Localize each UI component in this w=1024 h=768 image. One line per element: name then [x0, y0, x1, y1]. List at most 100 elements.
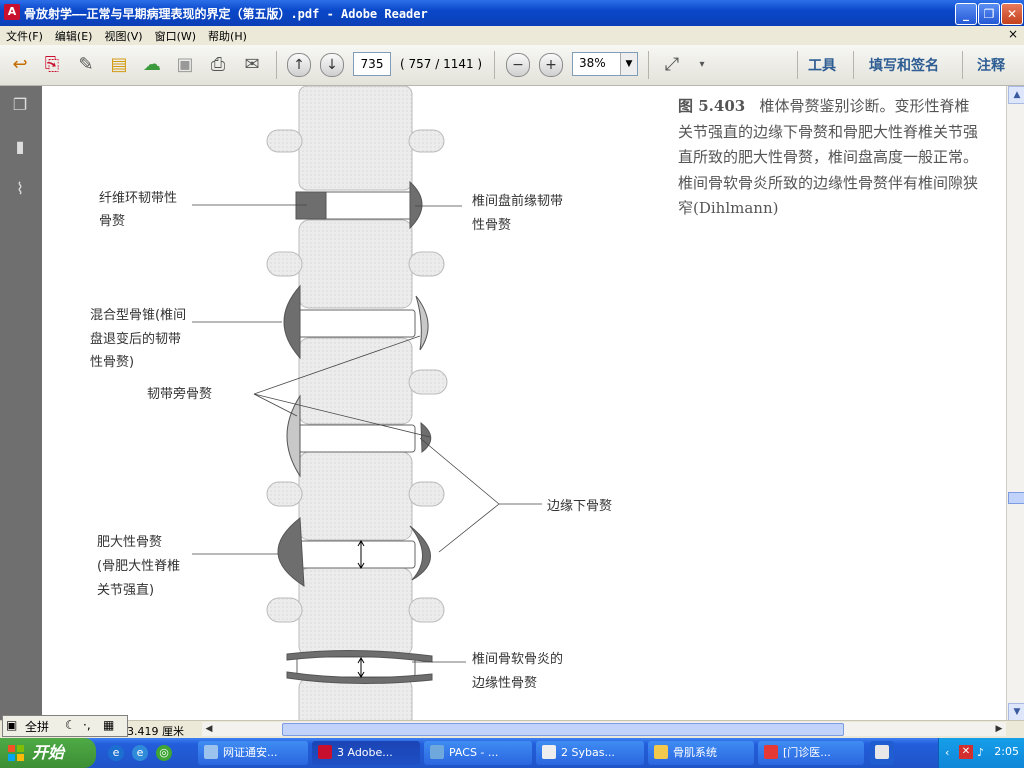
label-fibrous-1: 纤维环韧带性 [99, 191, 177, 206]
toolbar-divider [276, 51, 277, 79]
attachment-icon[interactable]: ⌇ [9, 178, 31, 200]
zoom-out-button[interactable]: − [506, 53, 530, 77]
print-icon[interactable]: ⎙ [206, 53, 230, 77]
ime-mode[interactable]: 全拼 [25, 718, 49, 735]
previous-page-button[interactable]: ↑ [287, 53, 311, 77]
transverse-process [266, 251, 303, 277]
transverse-process [408, 481, 445, 507]
network-error-icon[interactable]: ✕ [959, 745, 973, 759]
task-network-cert[interactable]: 网证通安... [198, 741, 308, 765]
zoom-select[interactable]: 38% ▼ [572, 52, 638, 76]
scroll-up-icon[interactable]: ▲ [1008, 86, 1024, 104]
vertebra [298, 451, 413, 541]
transverse-process [266, 129, 303, 153]
moon-icon[interactable]: ☾ [65, 718, 76, 732]
ime-logo-icon[interactable]: ▣ [6, 718, 17, 732]
document-close-icon[interactable]: × [1008, 27, 1018, 41]
task-label: 2 Sybas... [561, 746, 615, 759]
document-page: 纤维环韧带性 骨赘 椎间盘前缘韧带 性骨赘 混合型骨锥(椎间 盘退变后的韧带 性… [42, 86, 1006, 720]
ime-taskbar-icon[interactable] [870, 741, 894, 765]
menu-file[interactable]: 文件(F) [0, 26, 49, 44]
tools-link[interactable]: 工具 [808, 55, 836, 75]
page-number-input[interactable]: 735 [353, 52, 391, 76]
bookmark-icon[interactable]: ▮ [9, 136, 31, 158]
email-icon[interactable]: ✉ [240, 53, 264, 77]
hypertrophic-osteophyte [277, 517, 305, 587]
label-mixed-1: 混合型骨锥(椎间 [90, 308, 186, 323]
scroll-right-icon[interactable]: ▶ [992, 722, 1006, 736]
toolbar-options-icon[interactable]: ▾ [690, 53, 714, 77]
app-icon[interactable]: ◎ [156, 745, 172, 761]
edit-icon[interactable]: ✎ [74, 53, 98, 77]
next-page-button[interactable]: ↓ [320, 53, 344, 77]
restore-button[interactable]: ❐ [978, 3, 1000, 25]
figure-caption: 图 5.403 椎体骨赘鉴别诊断。变形性脊椎关节强直的边缘下骨赘和骨肥大性脊椎关… [678, 94, 978, 222]
paraligament-osteophyte [415, 295, 429, 351]
label-submarginal: 边缘下骨赘 [547, 498, 612, 514]
menu-window[interactable]: 窗口(W) [149, 26, 202, 44]
start-label: 开始 [32, 743, 65, 762]
label-osteochondrosis-1: 椎间骨软骨炎的 [472, 651, 563, 667]
navigation-panel: ❐ ▮ ⌇ [0, 86, 42, 720]
transverse-process [408, 129, 445, 153]
task-sybase[interactable]: 2 Sybas... [536, 741, 644, 765]
horizontal-scrollbar[interactable]: ◀ ▶ [202, 722, 1006, 736]
minimize-button[interactable]: _ [955, 3, 977, 25]
disc [296, 309, 416, 338]
vertical-scrollbar[interactable]: ▲ ▼ [1006, 86, 1024, 721]
task-label: 骨肌系统 [673, 746, 717, 759]
menu-edit[interactable]: 编辑(E) [49, 26, 99, 44]
submarginal-osteophyte [420, 421, 432, 453]
menu-bar: 文件(F) 编辑(E) 视图(V) 窗口(W) 帮助(H) × [0, 26, 1024, 46]
start-button[interactable]: 开始 [0, 738, 96, 768]
vertebra-bodies [266, 86, 448, 720]
vertebra [298, 86, 413, 191]
menu-help[interactable]: 帮助(H) [202, 26, 253, 44]
disc [296, 656, 416, 678]
vertebra [298, 337, 413, 425]
window-title: 骨放射学——正常与早期病理表现的界定（第五版）.pdf - Adobe Read… [24, 7, 428, 21]
pdf-icon[interactable]: A [4, 4, 20, 20]
vertebra [298, 677, 413, 720]
menu-view[interactable]: 视图(V) [98, 26, 148, 44]
chevron-down-icon[interactable]: ▼ [620, 53, 637, 75]
scroll-thumb[interactable] [282, 723, 844, 736]
folder-icon[interactable]: ▤ [107, 53, 131, 77]
zoom-in-button[interactable]: + [539, 53, 563, 77]
scroll-down-icon[interactable]: ▼ [1008, 703, 1024, 721]
taskbar: 开始 e e ◎ 网证通安... 3 Adobe... PACS - ... 2… [0, 738, 1024, 768]
comment-link[interactable]: 注释 [977, 55, 1005, 75]
punctuation-icon[interactable]: ·, [83, 718, 91, 732]
ime-toolbar[interactable]: ▣ 全拼 ☾ ·, ▦ [2, 715, 128, 737]
keyboard-icon[interactable]: ▦ [103, 718, 114, 732]
task-pacs[interactable]: PACS - ... [424, 741, 532, 765]
create-pdf-icon[interactable]: ⎘ [40, 53, 64, 77]
label-anterior-2: 性骨赘 [472, 217, 511, 233]
paraligament-osteophyte [286, 394, 301, 478]
caption-text: 椎体骨赘鉴别诊断。变形性脊椎关节强直的边缘下骨赘和骨肥大性脊椎关节强直所致的肥大… [678, 97, 979, 217]
fill-sign-link[interactable]: 填写和签名 [869, 55, 939, 75]
close-button[interactable]: ✕ [1001, 3, 1023, 25]
task-clinic[interactable]: [门诊医... [758, 741, 864, 765]
scroll-thumb[interactable] [1008, 492, 1024, 504]
ie-icon[interactable]: e [108, 745, 124, 761]
tray-arrow-icon[interactable]: ‹ [945, 746, 949, 759]
toolbar-divider [853, 51, 854, 79]
open-icon[interactable]: ↩ [8, 53, 32, 77]
fit-page-icon[interactable]: ⤢ [660, 53, 684, 77]
fibrous-osteophyte [295, 191, 327, 220]
title-bar: A 骨放射学——正常与早期病理表现的界定（第五版）.pdf - Adobe Re… [0, 0, 1024, 26]
volume-icon[interactable]: ♪ [977, 746, 984, 759]
transverse-process [408, 369, 448, 395]
scroll-left-icon[interactable]: ◀ [202, 722, 216, 736]
page-thumbnails-icon[interactable]: ❐ [9, 94, 31, 116]
transverse-process [266, 597, 303, 623]
vertebra [298, 567, 413, 657]
task-adobe[interactable]: 3 Adobe... [312, 741, 420, 765]
save-icon[interactable]: ▣ [173, 53, 197, 77]
browser-icon[interactable]: e [132, 745, 148, 761]
upload-cloud-icon[interactable]: ☁ [140, 53, 164, 77]
transverse-process [266, 481, 303, 507]
task-folder[interactable]: 骨肌系统 [648, 741, 754, 765]
toolbar-divider [797, 51, 798, 79]
